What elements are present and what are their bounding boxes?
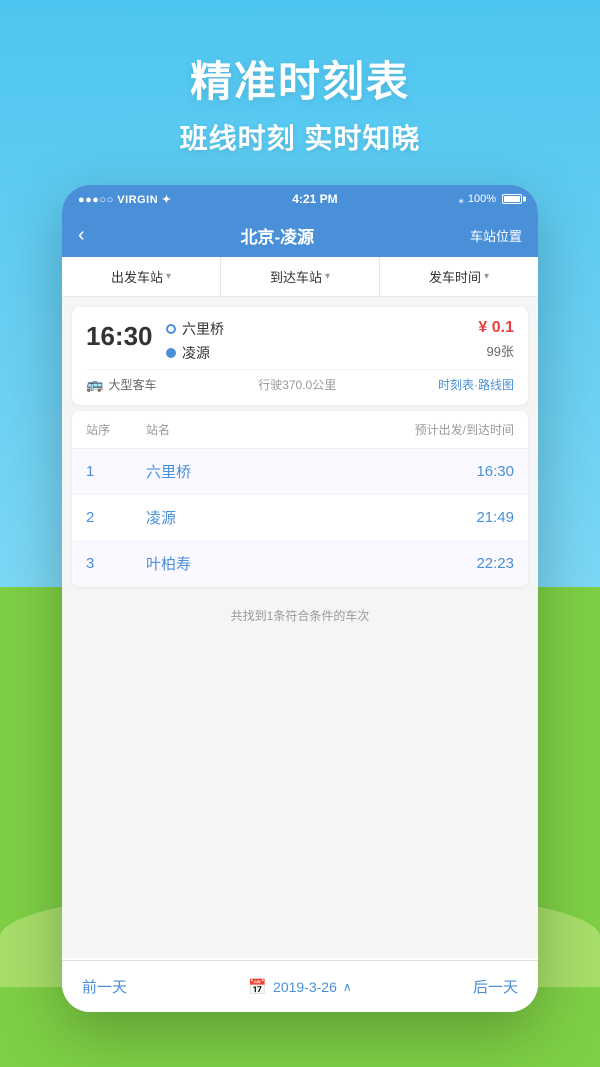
stop-time-3: 22:23 [404,555,514,572]
stop-name-1: 六里桥 [146,461,404,482]
to-stop-dot [166,348,176,358]
result-count: 共找到1条符合条件的车次 [62,593,538,638]
back-button[interactable]: ‹ [78,224,85,247]
name-header: 站名 [146,421,404,438]
route-info: 六里桥 凌源 [166,319,478,363]
from-stop-dot [166,324,176,334]
ticket-price: ¥ 0.1 [478,319,514,337]
filter-bar: 出发车站 ▾ 到达车站 ▾ 发车时间 ▾ [62,257,538,297]
phone-mockup: ●●●○○ VIRGIN ✦ 4:21 PM ⁎ 100% ‹ 北京-凌源 车站… [62,185,538,1012]
departure-time: 16:30 [86,321,156,352]
table-row: 2 凌源 21:49 [72,495,528,541]
time-filter[interactable]: 发车时间 ▾ [380,257,538,296]
hero-title: 精准时刻表 [0,48,600,109]
stop-name-2: 凌源 [146,507,404,528]
bus-type: 🚌 大型客车 [86,376,156,393]
stop-time-2: 21:49 [404,509,514,526]
price-info: ¥ 0.1 99张 [478,319,514,360]
status-bar: ●●●○○ VIRGIN ✦ 4:21 PM ⁎ 100% [62,185,538,213]
seq-1: 1 [86,463,146,480]
bottom-bar: 前一天 📅 2019-3-26 ∧ 后一天 [62,960,538,1012]
route-stops: 六里桥 凌源 [166,319,478,363]
schedule-table-header: 站序 站名 预计出发/到达时间 [72,411,528,449]
battery-fill [504,196,520,202]
status-time: 4:21 PM [292,192,337,206]
next-day-button[interactable]: 后一天 [473,976,518,997]
chevron-down-icon: ▾ [484,271,489,282]
battery-level: 100% [468,193,496,205]
to-stop-row: 凌源 [166,343,478,363]
table-row: 1 六里桥 16:30 [72,449,528,495]
bus-card-middle: 🚌 大型客车 行驶370.0公里 时刻表·路线图 [86,369,514,393]
calendar-icon: 📅 [248,978,267,996]
nav-title: 北京-凌源 [240,223,314,248]
main-content: 16:30 六里桥 凌源 ¥ 0.1 99 [62,297,538,958]
from-stop-row: 六里桥 [166,319,478,339]
nav-bar: ‹ 北京-凌源 车站位置 [62,213,538,257]
departure-filter[interactable]: 出发车站 ▾ [62,257,221,296]
current-date: 2019-3-26 [273,979,337,995]
prev-day-button[interactable]: 前一天 [82,976,127,997]
seq-2: 2 [86,509,146,526]
schedule-table: 站序 站名 预计出发/到达时间 1 六里桥 16:30 2 凌源 21:49 3… [72,411,528,587]
seq-header: 站序 [86,421,146,438]
hero-subtitle: 班线时刻 实时知晓 [0,117,600,157]
schedule-link[interactable]: 时刻表·路线图 [438,376,514,393]
to-stop-name: 凌源 [182,343,210,363]
chevron-up-icon: ∧ [343,980,352,994]
status-right: ⁎ 100% [458,193,522,206]
status-left: ●●●○○ VIRGIN ✦ [78,193,171,206]
hero-section: 精准时刻表 班线时刻 实时知晓 [0,48,600,157]
stop-time-1: 16:30 [404,463,514,480]
bluetooth-icon: ⁎ [458,193,464,206]
table-row: 3 叶柏寿 22:23 [72,541,528,587]
stop-name-3: 叶柏寿 [146,553,404,574]
battery-icon [502,194,522,204]
time-header: 预计出发/到达时间 [404,421,514,438]
chevron-down-icon: ▾ [166,271,171,282]
chevron-down-icon: ▾ [325,271,330,282]
bus-card: 16:30 六里桥 凌源 ¥ 0.1 99 [72,307,528,405]
seq-3: 3 [86,555,146,572]
station-location-button[interactable]: 车站位置 [470,226,522,245]
bus-card-top: 16:30 六里桥 凌源 ¥ 0.1 99 [86,319,514,363]
bus-type-label: 大型客车 [108,376,156,393]
distance-info: 行驶370.0公里 [258,376,336,393]
from-stop-name: 六里桥 [182,319,224,339]
arrival-filter[interactable]: 到达车站 ▾ [221,257,380,296]
ticket-count: 99张 [478,341,514,360]
bus-icon: 🚌 [86,376,103,393]
date-selector[interactable]: 📅 2019-3-26 ∧ [248,978,351,996]
